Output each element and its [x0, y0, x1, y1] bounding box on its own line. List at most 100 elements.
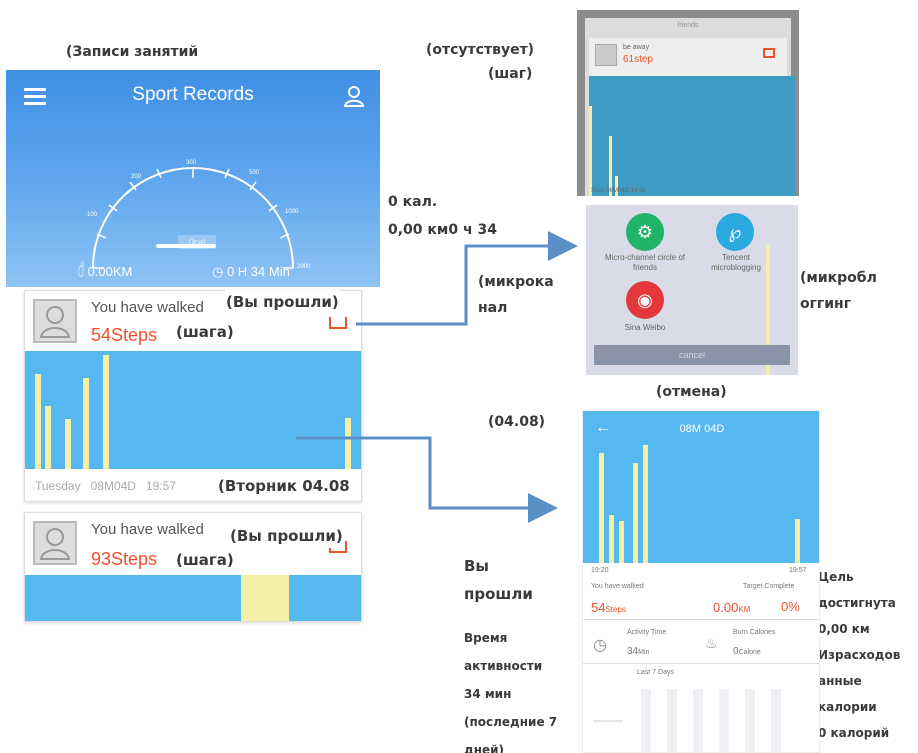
- microblog-annotation-2: оггинг: [800, 296, 852, 312]
- walked-label: You have walked: [591, 583, 644, 590]
- note-line: анные: [818, 674, 862, 688]
- share-icon[interactable]: [763, 48, 775, 58]
- missing-annotation: (отсутствует): [426, 42, 535, 58]
- distance-value: 0.00KM: [87, 264, 133, 279]
- clock-icon: ◷: [212, 264, 227, 279]
- tuesday-annotation: (Вторник 04.08: [218, 474, 350, 498]
- you-walked-annotation-2: прошли: [464, 585, 533, 603]
- gauge-center-value: 0cal: [178, 235, 216, 249]
- last-7-days-label: Last 7 Days: [637, 669, 674, 676]
- note-line: дней): [464, 743, 505, 753]
- activity-readout: 34Min: [627, 641, 649, 659]
- share-icon[interactable]: [329, 317, 347, 329]
- km-readout: 0.00KM: [713, 599, 750, 617]
- daily-detail-screen: ← 08M 04D 19:20 19:57 You have walked Ta…: [582, 410, 820, 753]
- km-number: 0.00: [713, 600, 739, 615]
- note-line: (последние 7: [464, 715, 558, 729]
- gauge-tick: 500: [249, 170, 260, 176]
- user-icon: [39, 528, 71, 560]
- note-line: Цель: [818, 570, 854, 584]
- target-percent: 0%: [781, 599, 800, 614]
- time-value: 0 H 34 Min: [226, 264, 290, 279]
- note-line: достигнута: [818, 596, 896, 610]
- friends-header: friends: [677, 22, 699, 29]
- gauge-tick: 200: [131, 174, 142, 180]
- burn-readout: 0Calorie: [733, 641, 761, 659]
- week-bar: [719, 689, 729, 752]
- tencent-weibo-icon[interactable]: ℘: [716, 213, 754, 251]
- wechat-label: Micro-channel circle of friends: [604, 253, 686, 272]
- steps-unit: Steps: [605, 605, 626, 614]
- chart-bar: [35, 374, 41, 469]
- chart-bar: [65, 419, 71, 469]
- sina-weibo-icon[interactable]: ◉: [626, 281, 664, 319]
- distance-readout: ⩇ 0.00KM: [78, 264, 132, 280]
- walked-annotation: (Вы прошли): [226, 290, 339, 314]
- detail-title: 08M 04D: [679, 423, 725, 435]
- calories-annotation: 0 кал.: [388, 194, 438, 210]
- flame-icon: ♨: [705, 635, 718, 651]
- wechat-moments-icon[interactable]: ⚙: [626, 213, 664, 251]
- title-annotation: (Записи занятий: [66, 44, 199, 60]
- burn-label: Burn Calories: [733, 629, 776, 636]
- cancel-annotation: (отмена): [656, 384, 727, 400]
- chart-bar: [609, 515, 614, 563]
- friend-steps: 61step: [623, 54, 654, 65]
- gauge-tick: 1000: [285, 209, 299, 215]
- clock-icon: ◷: [593, 637, 607, 654]
- note-line: Израсходов: [818, 648, 901, 662]
- week-bar: [641, 689, 651, 752]
- km-time-annotation: 0,00 км0 ч 34: [388, 222, 497, 238]
- note-line: 0,00 км: [818, 622, 870, 636]
- footer-day: Tuesday: [35, 479, 81, 493]
- week-bar: [667, 689, 677, 752]
- week-bar: [693, 689, 703, 752]
- chart-bar: [103, 355, 109, 469]
- activity-value: 34: [627, 646, 639, 657]
- gauge-tick: 100: [87, 212, 98, 218]
- friends-panel: friends be away 61step Sues 08M04D 14:42: [585, 18, 795, 196]
- steps-readout: 54Steps: [591, 599, 626, 617]
- steps-annotation: (шага): [176, 320, 234, 344]
- distance-icon: ⩇: [78, 264, 88, 279]
- week-bar: [771, 689, 781, 752]
- cancel-button[interactable]: cancel: [594, 345, 790, 365]
- footer-date: 08M04D: [90, 479, 136, 493]
- activity-label: Activity Time: [627, 629, 667, 636]
- calorie-gauge: 0 100 200 300 500 1000 2000: [81, 160, 311, 270]
- note-line: 0 калорий: [818, 726, 890, 740]
- note-line: Время: [464, 631, 508, 645]
- divider: [583, 619, 819, 620]
- right-notes-annotation: Цель достигнута 0,00 км Израсходов анные…: [818, 564, 900, 746]
- start-time: 19:20: [591, 567, 609, 574]
- walked-label: You have walked: [91, 299, 204, 316]
- avatar: [33, 521, 77, 565]
- friend-name: be away: [623, 44, 650, 51]
- walked-label: You have walked: [91, 521, 204, 538]
- walked-annotation-2: (Вы прошли): [230, 524, 343, 548]
- profile-icon[interactable]: [342, 84, 366, 108]
- date-annotation: (04.08): [488, 414, 546, 430]
- target-label: Target Complete: [743, 583, 795, 590]
- week-bar: [745, 689, 755, 752]
- chart-bar: [619, 521, 624, 563]
- chart-bar: [589, 106, 592, 196]
- chart-bar: [633, 463, 638, 563]
- note-line: калории: [818, 700, 877, 714]
- chart-bar: [609, 136, 612, 196]
- share-dialog: ⚙ Micro-channel circle of friends ℘ Tenc…: [586, 205, 798, 375]
- page-title: Sport Records: [132, 84, 254, 105]
- steps-chart: [25, 575, 361, 621]
- chart-bar: [643, 445, 648, 563]
- microblog-annotation-1: (микробл: [800, 270, 877, 286]
- steps-annotation-2: (шага): [176, 548, 234, 572]
- chart-bar: [599, 453, 604, 563]
- card-footer: Tuesday 08M04D 19:57: [35, 479, 176, 493]
- detail-chart: ← 08M 04D: [583, 411, 819, 563]
- friend-footer: Sues 08M04D 14:42: [591, 188, 646, 194]
- burn-unit: Calorie: [738, 649, 761, 656]
- step-annotation: (шаг): [488, 66, 533, 82]
- steps-value: 54Steps: [91, 325, 158, 345]
- friends-screen: friends be away 61step Sues 08M04D 14:42: [577, 10, 799, 196]
- end-time: 19:57: [789, 567, 807, 574]
